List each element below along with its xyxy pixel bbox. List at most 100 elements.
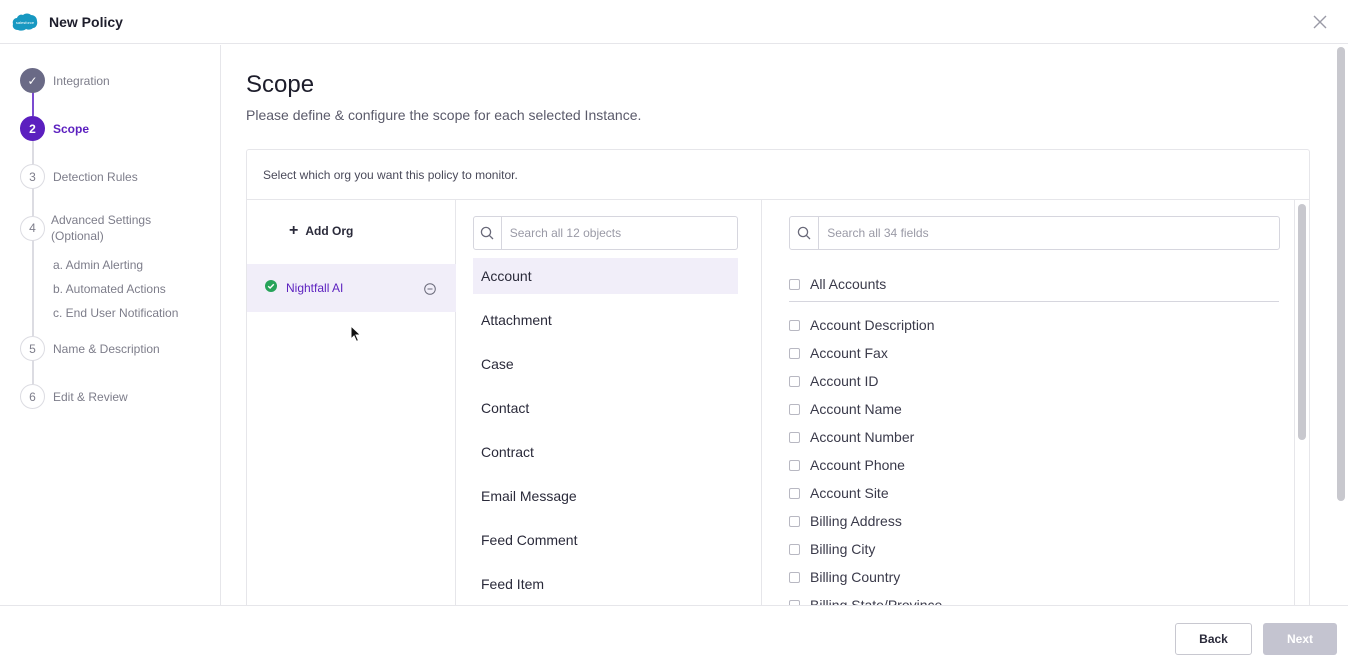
- field-label: Account ID: [810, 373, 879, 389]
- object-item-case[interactable]: Case: [473, 346, 738, 382]
- step-label: Integration: [53, 73, 110, 88]
- checkbox[interactable]: [789, 487, 800, 499]
- fields-scrollbar[interactable]: [1294, 200, 1310, 605]
- step-number: 4: [20, 215, 45, 241]
- object-item-contact[interactable]: Contact: [473, 390, 738, 426]
- step-number: 3: [20, 164, 45, 189]
- field-checkbox[interactable]: Account Site: [789, 485, 889, 501]
- field-checkbox[interactable]: Account Fax: [789, 345, 888, 361]
- step-label: Detection Rules: [53, 169, 138, 184]
- scrollbar-thumb[interactable]: [1298, 204, 1306, 440]
- object-item-contract[interactable]: Contract: [473, 434, 738, 470]
- checkbox[interactable]: [789, 431, 800, 443]
- search-icon: [790, 217, 820, 249]
- checkbox[interactable]: [789, 543, 800, 555]
- field-checkbox[interactable]: Account Phone: [789, 457, 905, 473]
- checkbox[interactable]: [789, 319, 800, 331]
- stepper-connector: [32, 92, 34, 116]
- all-accounts-checkbox[interactable]: All Accounts: [789, 276, 886, 292]
- step-advanced-settings[interactable]: 4 Advanced Settings (Optional): [20, 212, 161, 244]
- field-checkbox[interactable]: Billing State/Province: [789, 597, 942, 605]
- modal-title: New Policy: [49, 13, 123, 30]
- object-item-account[interactable]: Account: [473, 258, 738, 294]
- object-item-attachment[interactable]: Attachment: [473, 302, 738, 338]
- step-integration[interactable]: ✓ Integration: [20, 68, 110, 93]
- checkbox[interactable]: [789, 515, 800, 527]
- field-label: Billing Country: [810, 569, 901, 585]
- checkbox[interactable]: [789, 459, 800, 471]
- field-label: Billing State/Province: [810, 597, 943, 605]
- check-icon: ✓: [20, 68, 45, 93]
- substep-admin-alerting[interactable]: a. Admin Alerting: [53, 258, 143, 272]
- step-scope[interactable]: 2 Scope: [20, 116, 89, 141]
- page-scrollbar[interactable]: [1334, 45, 1348, 605]
- close-icon[interactable]: [1310, 12, 1330, 32]
- field-checkbox[interactable]: Billing City: [789, 541, 875, 557]
- step-label: Name & Description: [53, 341, 160, 356]
- next-button[interactable]: Next: [1263, 623, 1337, 655]
- card-heading: Select which org you want this policy to…: [247, 150, 1309, 200]
- field-label: Account Name: [810, 401, 902, 417]
- plus-icon: +: [289, 222, 299, 239]
- field-label: Account Fax: [810, 345, 888, 361]
- step-label: Scope: [53, 121, 90, 136]
- svg-text:salesforce: salesforce: [16, 20, 35, 25]
- back-button[interactable]: Back: [1175, 623, 1252, 655]
- objects-search-input[interactable]: [501, 218, 737, 248]
- field-checkbox[interactable]: Billing Country: [789, 569, 900, 585]
- substep-automated-actions[interactable]: b. Automated Actions: [53, 282, 166, 296]
- org-item[interactable]: Nightfall AI: [247, 264, 456, 312]
- field-checkbox[interactable]: Account Description: [789, 317, 935, 333]
- scope-panel: Scope Please define & configure the scop…: [222, 45, 1334, 605]
- add-org-label: Add Org: [305, 224, 354, 238]
- step-number: 2: [20, 116, 45, 141]
- objects-column: Account Attachment Case Contact Contract…: [457, 200, 762, 605]
- field-label: Billing City: [810, 541, 876, 557]
- checkbox-label: All Accounts: [810, 276, 887, 292]
- fields-search-input[interactable]: [819, 218, 1279, 248]
- substep-end-user-notification[interactable]: c. End User Notification: [53, 306, 178, 320]
- page-title: Scope: [246, 71, 315, 98]
- field-label: Account Phone: [810, 457, 905, 473]
- stepper-connector: [32, 236, 34, 336]
- stepper-connector: [32, 140, 34, 164]
- fields-search: [789, 216, 1280, 250]
- step-label: Edit & Review: [53, 389, 128, 404]
- step-label: Advanced Settings (Optional): [51, 213, 152, 243]
- checkbox[interactable]: [789, 571, 800, 583]
- object-item-feed-comment[interactable]: Feed Comment: [473, 522, 738, 558]
- checkbox[interactable]: [789, 347, 800, 359]
- step-number: 5: [20, 336, 45, 361]
- field-checkbox[interactable]: Account Number: [789, 429, 914, 445]
- step-edit-review[interactable]: 6 Edit & Review: [20, 384, 128, 409]
- checkbox[interactable]: [789, 375, 800, 387]
- fields-column: All Accounts Account Description Account…: [763, 200, 1311, 605]
- modal-footer: Back Next: [0, 605, 1348, 670]
- step-detection-rules[interactable]: 3 Detection Rules: [20, 164, 138, 189]
- search-icon: [474, 217, 502, 249]
- remove-circle-icon[interactable]: [424, 282, 436, 295]
- modal-header: salesforce New Policy: [0, 0, 1348, 44]
- step-name-description[interactable]: 5 Name & Description: [20, 336, 160, 361]
- field-label: Account Site: [810, 485, 889, 501]
- scrollbar-thumb[interactable]: [1337, 47, 1345, 501]
- scope-card: Select which org you want this policy to…: [246, 149, 1310, 605]
- stepper-sidebar: ✓ Integration 2 Scope 3 Detection Rules …: [0, 45, 221, 605]
- field-checkbox[interactable]: Account Name: [789, 401, 902, 417]
- field-checkbox[interactable]: Billing Address: [789, 513, 902, 529]
- object-item-feed-item[interactable]: Feed Item: [473, 566, 738, 602]
- checkbox[interactable]: [789, 278, 800, 290]
- divider: [789, 301, 1279, 302]
- field-label: Billing Address: [810, 513, 902, 529]
- field-label: Account Number: [810, 429, 915, 445]
- checkbox[interactable]: [789, 403, 800, 415]
- org-name: Nightfall AI: [286, 281, 344, 295]
- mouse-cursor-icon: [350, 324, 362, 348]
- step-number: 6: [20, 384, 45, 409]
- page-subtitle: Please define & configure the scope for …: [246, 107, 642, 123]
- object-item-email-message[interactable]: Email Message: [473, 478, 738, 514]
- salesforce-logo-icon: salesforce: [12, 12, 38, 32]
- add-org-button[interactable]: + Add Org: [289, 222, 354, 239]
- stepper-connector: [32, 360, 34, 384]
- field-checkbox[interactable]: Account ID: [789, 373, 878, 389]
